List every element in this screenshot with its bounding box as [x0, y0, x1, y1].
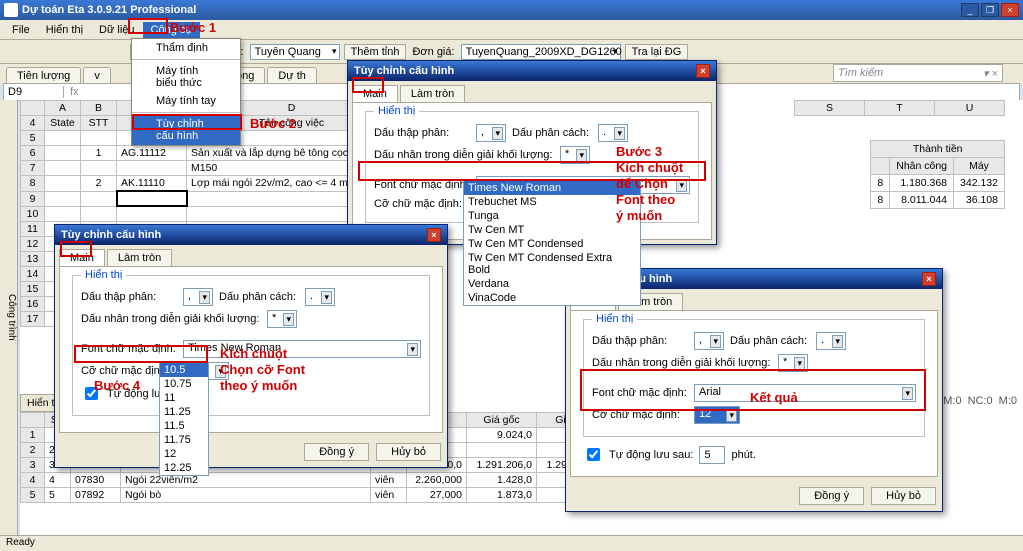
don-gia-select[interactable]: TuyenQuang_2009XD_DG1260	[461, 44, 621, 60]
autosave-checkbox[interactable]	[85, 387, 98, 400]
config-dialog-2: Tùy chỉnh cấu hình× Main Làm tròn Hiển t…	[54, 224, 448, 468]
close-icon[interactable]: ×	[696, 64, 710, 78]
congcu-dropdown: Thẩm định Máy tính biểu thức Máy tính ta…	[131, 38, 241, 146]
separator-select[interactable]: .	[305, 288, 335, 306]
separator-select[interactable]: .	[598, 124, 628, 142]
search-input[interactable]: Tìm kiếm▾ ×	[833, 64, 1003, 82]
decimal-select[interactable]: ,	[694, 332, 724, 350]
menubar: File Hiển thị Dữ liệu Công cụ	[0, 20, 1023, 40]
tab-lam-tron[interactable]: Làm tròn	[107, 249, 172, 266]
thanh-tien-table: Thành tiền Nhân côngMáy 81.180.368342.13…	[870, 140, 1005, 209]
list-item[interactable]: 11	[160, 391, 208, 405]
menu-cong-cu[interactable]: Công cụ	[143, 22, 200, 38]
table-row: 88.011.04436.108	[871, 192, 1005, 209]
mult-select[interactable]: *	[267, 310, 297, 328]
cell-reference[interactable]: D9	[4, 86, 64, 98]
decimal-select[interactable]: ,	[476, 124, 506, 142]
list-item[interactable]: 11.5	[160, 419, 208, 433]
fx-icon[interactable]: fx	[64, 86, 85, 98]
titlebar: Dự toán Eta 3.0.9.21 Professional _ ❐ ×	[0, 0, 1023, 20]
list-item[interactable]: Tw Cen MT	[464, 223, 640, 237]
tab-tien-luong[interactable]: Tiên lượng	[6, 67, 81, 84]
menu-may-tinh-tay[interactable]: Máy tính tay	[132, 92, 240, 110]
list-item[interactable]: 11.75	[160, 433, 208, 447]
tab-main[interactable]: Main	[59, 249, 105, 266]
dialog-title: Tùy chỉnh cấu hình	[61, 229, 427, 241]
close-icon[interactable]: ×	[922, 272, 936, 286]
cancel-button[interactable]: Hủy bỏ	[871, 487, 936, 505]
mult-select[interactable]: *	[778, 354, 808, 372]
tab-main[interactable]: Main	[352, 85, 398, 102]
list-item[interactable]: VinaCode	[464, 291, 640, 305]
font-select[interactable]: Times New Roman	[183, 340, 421, 358]
app-title: Dự toán Eta 3.0.9.21 Professional	[22, 4, 961, 16]
table-row: 5507892Ngói bòviên27,0001.873,01.873,01.…	[21, 488, 657, 503]
them-tinh-button[interactable]: Thêm tỉnh	[344, 44, 407, 60]
tab-lam-tron[interactable]: Làm tròn	[400, 85, 465, 102]
close-button[interactable]: ×	[1001, 3, 1019, 17]
size-select[interactable]: 12	[694, 406, 740, 424]
autosave-checkbox[interactable]	[587, 448, 600, 461]
menu-file[interactable]: File	[4, 22, 38, 38]
minimize-button[interactable]: _	[961, 3, 979, 17]
menu-du-lieu[interactable]: Dữ liệu	[91, 22, 143, 38]
cancel-button[interactable]: Hủy bỏ	[376, 443, 441, 461]
menu-tham-dinh[interactable]: Thẩm định	[132, 39, 240, 57]
list-item[interactable]: 12.25	[160, 461, 208, 475]
list-item[interactable]: 11.25	[160, 405, 208, 419]
list-item[interactable]: 10.5	[160, 363, 208, 377]
list-item[interactable]: Tw Cen MT Condensed	[464, 237, 640, 251]
ok-button[interactable]: Đồng ý	[799, 487, 864, 505]
tab-2[interactable]: v	[83, 67, 111, 84]
list-item[interactable]: Tw Cen MT Condensed Extra Bold	[464, 251, 640, 277]
ok-button[interactable]: Đồng ý	[304, 443, 369, 461]
decimal-select[interactable]: ,	[183, 288, 213, 306]
status-bar: Ready	[0, 535, 1023, 551]
app-icon	[4, 3, 18, 17]
menu-may-tinh-bieu-thuc[interactable]: Máy tính biểu thức	[132, 62, 240, 92]
list-item[interactable]: Times New Roman	[464, 181, 640, 195]
list-item[interactable]: Verdana	[464, 277, 640, 291]
size-dropdown-list[interactable]: 10.5 10.75 11 11.25 11.5 11.75 12 12.25	[159, 362, 209, 476]
font-dropdown-list[interactable]: Times New Roman Trebuchet MS Tunga Tw Ce…	[463, 180, 641, 306]
autosave-value[interactable]	[699, 446, 725, 464]
list-item[interactable]: 12	[160, 447, 208, 461]
separator-select[interactable]: .	[816, 332, 846, 350]
menu-hien-thi[interactable]: Hiển thị	[38, 22, 91, 38]
list-item[interactable]: Tunga	[464, 209, 640, 223]
menu-tuy-chinh[interactable]: Tùy chỉnh cấu hình	[132, 115, 240, 145]
side-panel: Công trình	[0, 100, 18, 535]
close-icon[interactable]: ×	[427, 228, 441, 242]
tra-lai-button[interactable]: Tra lại ĐG	[625, 44, 689, 60]
tab-du-th[interactable]: Dự th	[267, 67, 317, 84]
dialog-title: Tùy chỉnh cấu hình	[354, 65, 696, 77]
table-row: 81.180.368342.132	[871, 175, 1005, 192]
don-gia-label: Đơn giá:	[410, 46, 456, 58]
mult-select[interactable]: *	[560, 146, 590, 164]
list-item[interactable]: 10.75	[160, 377, 208, 391]
maximize-button[interactable]: ❐	[981, 3, 999, 17]
table-row: 4407830Ngói 22viên/m2viên2.260,0001.428,…	[21, 473, 657, 488]
tinh-select[interactable]: Tuyên Quang	[250, 44, 340, 60]
font-select[interactable]: Arial	[694, 384, 916, 402]
list-item[interactable]: Trebuchet MS	[464, 195, 640, 209]
